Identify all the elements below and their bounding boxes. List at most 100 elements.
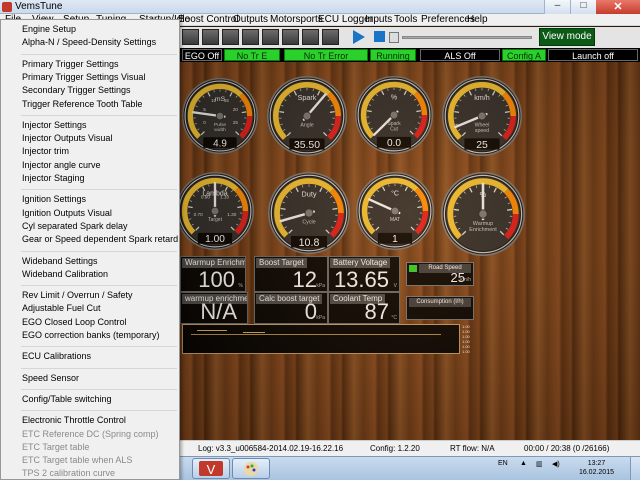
menu-item-ignition-outputs-visual[interactable]: Ignition Outputs Visual bbox=[22, 208, 112, 219]
playback-slider[interactable] bbox=[402, 36, 532, 39]
menu-item-injector-outputs-visual[interactable]: Injector Outputs Visual bbox=[22, 133, 112, 144]
menu-item-ignition-settings[interactable]: Ignition Settings bbox=[22, 194, 86, 205]
gauge-tick-label: 25 bbox=[233, 120, 239, 125]
play-icon[interactable] bbox=[350, 29, 366, 45]
menu-item-etc-target-table-when-als: ETC Target table when ALS bbox=[22, 455, 133, 466]
menu-separator bbox=[21, 285, 177, 287]
numeric-panel: Calc boost target 0 kPa bbox=[254, 292, 328, 324]
gauge-tick-label: 0.70 bbox=[194, 212, 203, 217]
gauge-unit: Duty bbox=[301, 190, 316, 199]
menu-item-ego-closed-loop-control[interactable]: EGO Closed Loop Control bbox=[22, 317, 127, 328]
dashboard: 0 5 10 15 20 25 mS Pulse width 4.9 Spark Angle 35.50… bbox=[176, 62, 640, 440]
gauge: km/h Wheel speed 25 bbox=[442, 76, 522, 156]
volume-icon[interactable]: ◀) bbox=[552, 460, 560, 468]
language-indicator[interactable]: EN bbox=[498, 460, 508, 467]
menu-separator bbox=[21, 53, 177, 55]
toolbar-button[interactable] bbox=[322, 29, 339, 45]
toolbar-button[interactable] bbox=[282, 29, 299, 45]
show-desktop-button[interactable] bbox=[630, 457, 640, 480]
gauge: % Spark Cut 0.0 bbox=[355, 76, 433, 154]
config-status: Config: 1.2.20 bbox=[370, 444, 420, 453]
numeric-panel-unit: V bbox=[393, 283, 397, 289]
gauge-value: 4.9 bbox=[213, 138, 227, 149]
paint-taskbar-icon[interactable] bbox=[232, 458, 270, 479]
menu-item-injector-trim[interactable]: Injector trim bbox=[22, 146, 69, 157]
menu-item-engine-setup[interactable]: Engine Setup bbox=[22, 24, 76, 35]
view-mode-button[interactable]: View mode bbox=[539, 28, 595, 46]
gauge-value: 1 bbox=[392, 234, 398, 245]
menu-item-ecu-calibrations[interactable]: ECU Calibrations bbox=[22, 351, 91, 362]
vemstune-taskbar-icon[interactable]: V bbox=[192, 458, 230, 479]
menu-item-alpha-n-speed-density-settings[interactable]: Alpha-N / Speed-Density Settings bbox=[22, 37, 156, 48]
tray-arrow-icon[interactable]: ▲ bbox=[520, 460, 527, 467]
menu-item-etc-reference-dc-spring-comp: ETC Reference DC (Spring comp) bbox=[22, 428, 159, 439]
toolbar-button[interactable] bbox=[242, 29, 259, 45]
menu-separator bbox=[21, 410, 177, 412]
log-status: Log: v3.3_u006584-2014.02.19-16.22.16 bbox=[198, 444, 344, 453]
title-bar: VemsTune – □ ✕ bbox=[0, 0, 640, 14]
menu-item-gear-or-speed-dependent-spark-retard[interactable]: Gear or Speed dependent Spark retard bbox=[22, 234, 178, 245]
numeric-panel-value: 12 bbox=[292, 267, 317, 292]
menu-item-secondary-trigger-settings[interactable]: Secondary Trigger Settings bbox=[22, 85, 131, 96]
graph-scale-label: 1.00 bbox=[462, 349, 470, 354]
gauge-label: width bbox=[214, 127, 226, 133]
menu-separator bbox=[21, 367, 177, 369]
menu-item-wideband-settings[interactable]: Wideband Settings bbox=[22, 256, 98, 267]
menu-help[interactable]: Help bbox=[467, 14, 488, 26]
toolbar-button[interactable] bbox=[222, 29, 239, 45]
menu-item-trigger-reference-tooth-table[interactable]: Trigger Reference Tooth Table bbox=[22, 99, 142, 110]
menu-item-injector-angle-curve[interactable]: Injector angle curve bbox=[22, 160, 101, 171]
menu-item-rev-limit-overrun-safety[interactable]: Rev Limit / Overrun / Safety bbox=[22, 290, 133, 301]
numeric-panel: Boost Target 12 kPa bbox=[254, 256, 328, 292]
taskbar: V EN ▲ ▥ ◀) 13:27 16.02.2015 bbox=[180, 456, 640, 480]
menu-item-config-table-switching[interactable]: Config/Table switching bbox=[22, 394, 112, 405]
status-indicator: No Tr Error bbox=[284, 49, 368, 61]
menu-item-adjustable-fuel-cut[interactable]: Adjustable Fuel Cut bbox=[22, 303, 101, 314]
svg-text:V: V bbox=[207, 462, 216, 477]
toolbar-button[interactable] bbox=[182, 29, 199, 45]
menu-item-speed-sensor[interactable]: Speed Sensor bbox=[22, 373, 79, 384]
gauge: 0 5 10 15 20 25 mS Pulse width 4.9 bbox=[182, 78, 258, 154]
numeric-panel: Coolant Temp 87 °C bbox=[328, 292, 400, 324]
menu-item-cyl-separated-spark-delay[interactable]: Cyl separated Spark delay bbox=[22, 221, 128, 232]
numeric-panel: warmup enrichme N/A bbox=[180, 292, 248, 324]
status-indicator: Config A bbox=[502, 49, 546, 61]
gauge: °C MAT 1 bbox=[356, 172, 434, 250]
menu-item-electronic-throttle-control[interactable]: Electronic Throttle Control bbox=[22, 415, 126, 426]
menu-outputs[interactable]: Outputs bbox=[233, 14, 268, 26]
menu-motorsports[interactable]: Motorsports bbox=[270, 14, 323, 26]
small-panel: Consumption (l/h) bbox=[406, 296, 474, 320]
menu-inputs[interactable]: Inputs bbox=[365, 14, 392, 26]
small-panel-unit: km/h bbox=[460, 277, 471, 283]
gauge: 0.700.901.101.30LambdaTarget1.00 bbox=[176, 172, 254, 250]
menu-separator bbox=[21, 250, 177, 252]
graph-scale: 1.00 1.00 1.00 1.00 1.00 1.00 bbox=[462, 324, 476, 354]
menu-tools[interactable]: Tools bbox=[394, 14, 417, 26]
small-panel: Road Speed 25 km/h bbox=[406, 262, 474, 286]
maximize-button[interactable]: □ bbox=[570, 0, 596, 14]
app-icon bbox=[2, 2, 12, 12]
menu-item-etc-target-table: ETC Target table bbox=[22, 441, 90, 452]
gauge-label: Pulse bbox=[214, 122, 227, 128]
menu-item-injector-staging[interactable]: Injector Staging bbox=[22, 173, 85, 184]
menu-item-wideband-calibration[interactable]: Wideband Calibration bbox=[22, 269, 108, 280]
network-icon[interactable]: ▥ bbox=[536, 460, 543, 468]
gauge-value: 35.50 bbox=[294, 140, 320, 151]
menu-boost-control[interactable]: Boost Control bbox=[178, 14, 239, 26]
menu-item-primary-trigger-settings[interactable]: Primary Trigger Settings bbox=[22, 59, 119, 70]
numeric-panel-value: 87 bbox=[364, 299, 389, 324]
status-indicator: ALS Off bbox=[420, 49, 500, 61]
toolbar-button[interactable] bbox=[302, 29, 319, 45]
menu-item-primary-trigger-settings-visual[interactable]: Primary Trigger Settings Visual bbox=[22, 72, 145, 83]
menu-item-injector-settings[interactable]: Injector Settings bbox=[22, 120, 87, 131]
toolbar-button[interactable] bbox=[262, 29, 279, 45]
close-button[interactable]: ✕ bbox=[596, 0, 640, 14]
stop-icon[interactable] bbox=[374, 31, 385, 42]
minimize-button[interactable]: – bbox=[544, 0, 570, 14]
slider-handle[interactable] bbox=[389, 32, 399, 43]
menu-separator bbox=[21, 114, 177, 116]
menu-item-ego-correction-banks-temporary[interactable]: EGO correction banks (temporary) bbox=[22, 330, 160, 341]
gauge-value: 0.0 bbox=[387, 138, 401, 149]
clock[interactable]: 13:27 16.02.2015 bbox=[579, 459, 614, 477]
toolbar-button[interactable] bbox=[202, 29, 219, 45]
